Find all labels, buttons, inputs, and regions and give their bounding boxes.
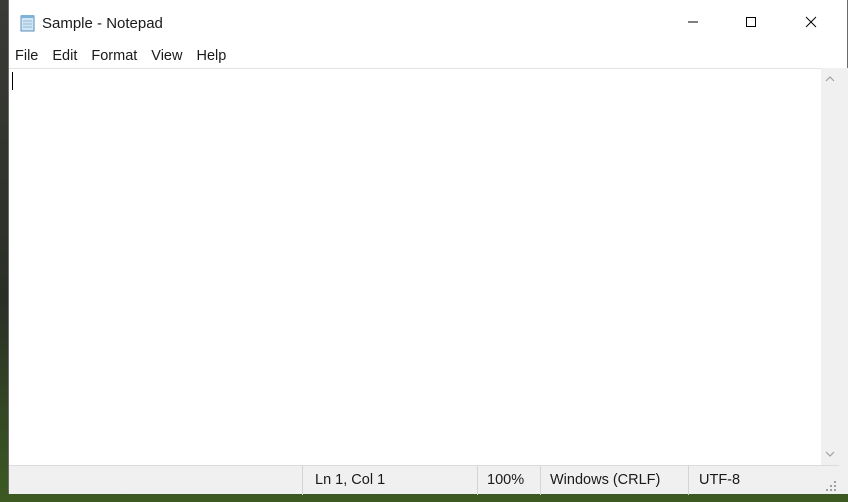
close-icon xyxy=(805,16,817,28)
menu-file[interactable]: File xyxy=(9,44,45,68)
menu-bar: File Edit Format View Help xyxy=(9,44,847,68)
line-endings: Windows (CRLF) xyxy=(540,466,688,495)
menu-view[interactable]: View xyxy=(144,44,189,68)
notepad-window: Sample - Notepad File Edit Format View H… xyxy=(8,0,848,495)
minimize-icon xyxy=(687,16,699,28)
menu-edit[interactable]: Edit xyxy=(45,44,84,68)
notepad-icon xyxy=(19,14,37,32)
vertical-scrollbar[interactable] xyxy=(821,68,839,465)
text-editor[interactable] xyxy=(9,68,821,465)
window-title: Sample - Notepad xyxy=(42,15,163,32)
scroll-up-arrow-icon[interactable] xyxy=(821,70,839,88)
scroll-down-arrow-icon[interactable] xyxy=(821,445,839,463)
window-right-edge xyxy=(839,68,848,494)
resize-grip-icon[interactable] xyxy=(825,480,837,492)
menu-format[interactable]: Format xyxy=(84,44,144,68)
minimize-button[interactable] xyxy=(664,0,722,44)
menu-help[interactable]: Help xyxy=(189,44,233,68)
zoom-level: 100% xyxy=(477,466,540,495)
maximize-button[interactable] xyxy=(722,0,780,44)
cursor-position: Ln 1, Col 1 xyxy=(302,466,479,495)
text-caret xyxy=(12,72,13,90)
status-bar: Ln 1, Col 1 100% Windows (CRLF) UTF-8 xyxy=(9,465,839,495)
maximize-icon xyxy=(745,16,757,28)
title-bar[interactable]: Sample - Notepad xyxy=(9,0,847,44)
close-button[interactable] xyxy=(782,0,840,44)
encoding: UTF-8 xyxy=(688,466,828,495)
